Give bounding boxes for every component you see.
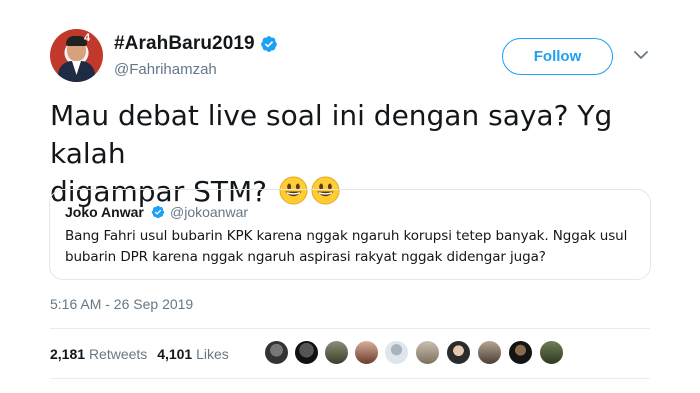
tweet-text-line1: Mau debat live soal ini dengan saya? Yg … bbox=[50, 99, 613, 170]
quoted-text-line2: bubarin DPR karena nggak ngaruh aspirasi… bbox=[65, 249, 546, 265]
tweet-timestamp[interactable]: 5:16 AM - 26 Sep 2019 bbox=[50, 296, 193, 312]
likes-label: Likes bbox=[196, 346, 229, 362]
retweets-count: 2,181 bbox=[50, 346, 86, 362]
liker-avatars bbox=[264, 340, 564, 366]
divider bbox=[50, 378, 650, 379]
retweets-label: Retweets bbox=[88, 346, 148, 362]
quoted-author-name: Joko Anwar bbox=[65, 204, 144, 220]
liker-avatar[interactable] bbox=[415, 340, 440, 365]
liker-avatar[interactable] bbox=[264, 340, 289, 365]
retweets-stat[interactable]: 2,181 Retweets bbox=[50, 346, 147, 362]
tweet-card: 4 #ArahBaru2019 @Fahrihamzah Follow Mau … bbox=[0, 0, 700, 393]
liker-avatar[interactable] bbox=[354, 340, 379, 365]
author-name[interactable]: #ArahBaru2019 bbox=[114, 33, 255, 55]
tweet-stats: 2,181 Retweets 4,101 Likes bbox=[50, 346, 229, 362]
divider bbox=[50, 328, 650, 329]
quoted-text-line1: Bang Fahri usul bubarin KPK karena nggak… bbox=[65, 228, 628, 244]
liker-avatar[interactable] bbox=[477, 340, 502, 365]
liker-avatar[interactable] bbox=[384, 340, 409, 365]
quoted-author-handle: @jokoanwar bbox=[170, 204, 249, 220]
likes-count: 4,101 bbox=[157, 346, 193, 362]
liker-avatar[interactable] bbox=[324, 340, 349, 365]
liker-avatar[interactable] bbox=[446, 340, 471, 365]
quoted-tweet-text: Bang Fahri usul bubarin KPK karena nggak… bbox=[65, 226, 645, 268]
author-handle[interactable]: @Fahrihamzah bbox=[114, 61, 217, 78]
author-avatar[interactable]: 4 bbox=[50, 29, 103, 82]
chevron-down-icon[interactable] bbox=[634, 50, 648, 60]
quoted-tweet[interactable]: Joko Anwar @jokoanwar Bang Fahri usul bu… bbox=[49, 189, 651, 280]
verified-badge-icon bbox=[261, 36, 277, 52]
liker-avatar[interactable] bbox=[294, 340, 319, 365]
liker-avatar[interactable] bbox=[539, 340, 564, 365]
liker-avatar[interactable] bbox=[508, 340, 533, 365]
verified-badge-icon bbox=[151, 205, 165, 219]
likes-stat[interactable]: 4,101 Likes bbox=[157, 346, 229, 362]
follow-button[interactable]: Follow bbox=[502, 38, 613, 75]
avatar-badge: 4 bbox=[84, 32, 91, 44]
